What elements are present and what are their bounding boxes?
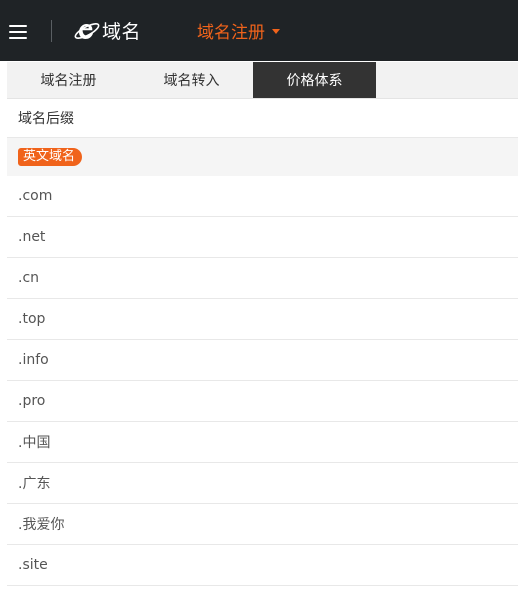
suffix-row[interactable]: .top [7,299,518,340]
menu-bar-line [9,24,27,27]
domain-service-dropdown[interactable]: 域名注册 [197,18,281,43]
suffix-row[interactable]: .pro [7,381,518,422]
suffix-row[interactable]: .info [7,340,518,381]
tab-bar: 域名注册 域名转入 价格体系 [7,62,518,99]
tab-pricing[interactable]: 价格体系 [253,62,376,98]
site-logo[interactable]: 域名 [73,17,141,44]
dropdown-label: 域名注册 [197,23,266,43]
suffix-label: .com [18,188,53,204]
suffix-row[interactable]: .com [7,176,518,217]
suffix-label: .广东 [18,476,51,492]
header-divider [51,19,52,42]
suffix-row[interactable]: .中国 [7,422,518,463]
top-navigation-bar: 域名 域名注册 [0,0,518,61]
suffix-label: .top [18,311,46,327]
suffix-label: .info [18,352,49,368]
menu-bar-line [9,30,27,33]
table-header: 域名后缀 [7,99,518,138]
category-row: 英文域名 [7,138,518,176]
suffix-list: .com .net .cn .top .info .pro .中国 .广东 .我… [7,176,518,586]
suffix-label: .site [18,557,48,573]
suffix-label: .cn [18,270,40,286]
suffix-row[interactable]: .我爱你 [7,504,518,545]
hamburger-menu-icon[interactable] [9,23,29,39]
caret-down-icon [272,29,281,34]
suffix-label: .net [18,229,46,245]
tab-domain-transfer[interactable]: 域名转入 [130,62,253,98]
suffix-label: .中国 [18,435,51,451]
suffix-label: .我爱你 [18,517,65,533]
suffix-row[interactable]: .site [7,545,518,586]
e-logo-icon [74,22,100,39]
tab-domain-registration[interactable]: 域名注册 [7,62,130,98]
suffix-row[interactable]: .广东 [7,463,518,504]
suffix-label: .pro [18,393,46,409]
suffix-row[interactable]: .cn [7,258,518,299]
menu-bar-line [9,36,27,39]
category-badge: 英文域名 [18,148,83,166]
suffix-row[interactable]: .net [7,217,518,258]
logo-text: 域名 [102,21,142,43]
column-header-suffix: 域名后缀 [18,111,74,127]
